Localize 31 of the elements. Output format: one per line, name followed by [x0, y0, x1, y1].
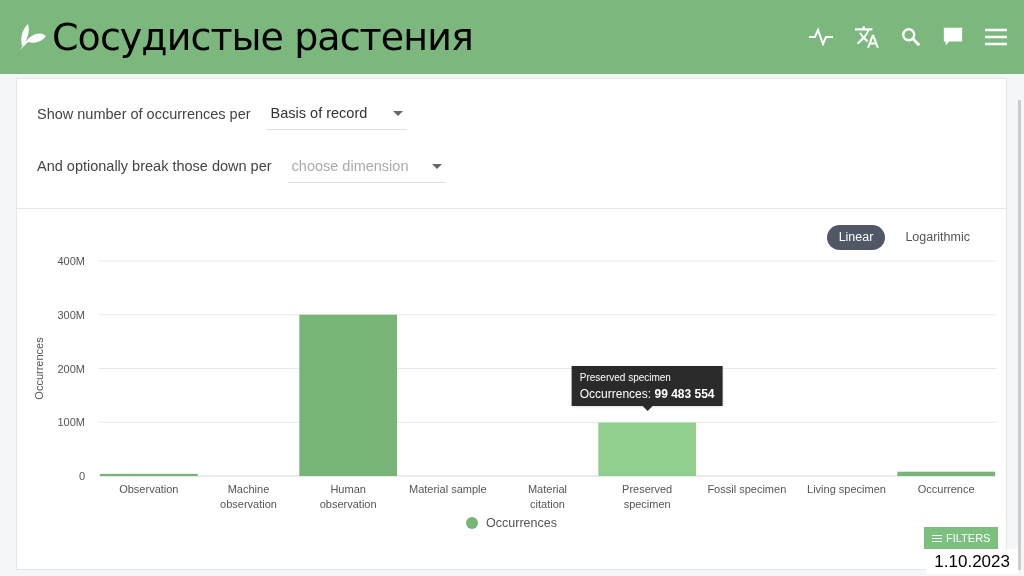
y-tick-label: 200M — [57, 362, 85, 375]
y-tick-label: 0 — [78, 469, 85, 482]
x-tick-label: Fossil specimen — [707, 482, 787, 495]
caret-icon — [392, 111, 403, 117]
menu-icon[interactable] — [984, 27, 1008, 47]
translate-icon[interactable] — [854, 24, 880, 50]
y-tick-label: 300M — [57, 308, 85, 321]
x-tick-label: Observation — [119, 482, 179, 495]
tooltip-value: Occurrences: 99 483 554 — [579, 386, 715, 403]
search-icon[interactable] — [900, 26, 922, 48]
y-tick-label: 100M — [57, 416, 85, 428]
dropdown[interactable]: Basis of record — [266, 99, 407, 130]
date-label: 1.10.2023 — [926, 548, 1018, 574]
control-label: Show number of occurrences per — [37, 104, 251, 124]
caret-icon — [432, 164, 443, 170]
x-tick-label: Human observation — [319, 482, 377, 510]
control-label: And optionally break those down per — [37, 157, 272, 177]
pulse-icon[interactable] — [808, 26, 834, 48]
page-title: Сосудистые растения — [52, 13, 473, 61]
x-tick-label: Occurrence — [917, 482, 975, 495]
y-axis-title: Occurrences — [33, 337, 45, 400]
x-tick-label: Machine observation — [220, 482, 277, 510]
x-tick-label: Living specimen — [807, 482, 886, 495]
x-tick-label: Material citation — [527, 482, 568, 510]
scale-tab[interactable]: Linear — [826, 225, 886, 250]
legend-label: Occurrences — [486, 514, 557, 532]
scale-tab[interactable]: Logarithmic — [893, 225, 982, 250]
x-tick-label: Material sample — [409, 482, 487, 495]
tooltip-title: Preserved specimen — [579, 371, 672, 386]
y-tick-label: 400M — [57, 254, 85, 267]
x-tick-label: Preserved specimen — [622, 482, 673, 510]
